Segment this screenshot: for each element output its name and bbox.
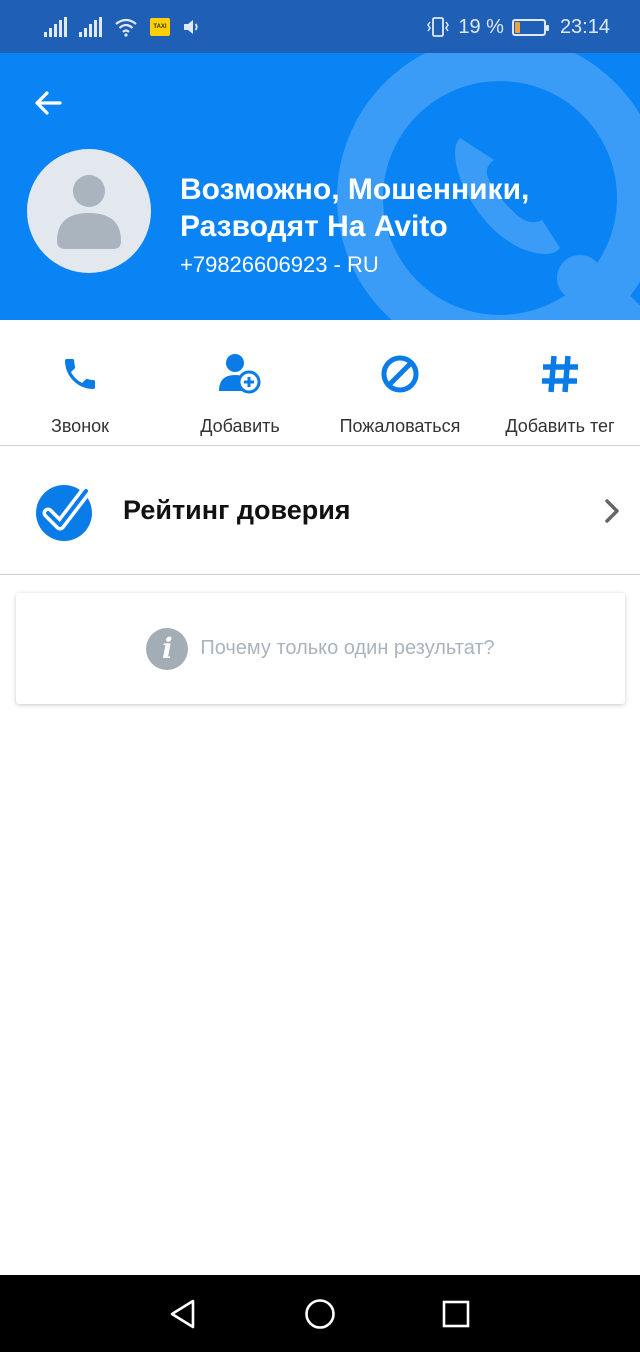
add-contact-label: Добавить — [200, 416, 280, 436]
back-button[interactable] — [26, 81, 70, 125]
avatar — [27, 149, 151, 273]
wifi-icon — [115, 18, 137, 37]
block-icon — [376, 350, 424, 398]
single-result-info-text: Почему только один результат? — [200, 637, 495, 659]
report-label: Пожаловаться — [339, 416, 461, 436]
status-bar: TAXI 19 % 23:14 — [0, 0, 640, 53]
single-result-info-card[interactable]: i Почему только один результат? — [16, 593, 625, 704]
status-right: 19 % 23:14 — [426, 14, 610, 40]
battery-percent: 19 % — [458, 15, 504, 38]
call-label: Звонок — [50, 416, 110, 436]
phone-icon — [56, 350, 104, 398]
clock: 23:14 — [559, 15, 610, 38]
battery-fill — [514, 21, 520, 33]
add-contact-button[interactable]: Добавить — [160, 320, 320, 445]
signal-icon — [44, 17, 67, 37]
volume-icon — [184, 20, 198, 34]
vibrate-icon — [427, 17, 450, 37]
home-circle-icon[interactable] — [303, 1297, 337, 1331]
trust-check-icon — [36, 485, 92, 541]
battery-icon — [511, 18, 549, 36]
trust-rating-row[interactable]: Рейтинг доверия — [0, 447, 640, 575]
trust-rating-label: Рейтинг доверия — [123, 495, 351, 525]
sim-badge-icon: TAXI — [150, 18, 170, 36]
signal-icon — [79, 17, 102, 37]
report-button[interactable]: Пожаловаться — [320, 320, 480, 445]
hashtag-icon — [536, 350, 584, 398]
add-tag-label: Добавить тег — [505, 416, 615, 436]
status-left: TAXI — [44, 14, 202, 40]
back-triangle-icon[interactable] — [166, 1297, 200, 1331]
info-icon: i — [146, 627, 189, 670]
add-contact-icon — [216, 350, 264, 398]
call-button[interactable]: Звонок — [0, 320, 160, 445]
contact-number: +79826606923 - RU — [180, 252, 379, 277]
add-tag-button[interactable]: Добавить тег — [480, 320, 640, 445]
chevron-right-icon — [605, 499, 619, 523]
contact-name: Возможно, Мошенники, Разводят На Avito — [180, 173, 530, 243]
person-placeholder-icon — [57, 175, 121, 249]
contact-header: Возможно, Мошенники, Разводят На Avito +… — [0, 53, 640, 320]
arrow-back-icon — [35, 91, 62, 115]
action-bar: Звонок Добавить Пожаловаться Добавить те… — [0, 320, 640, 446]
system-nav-bar — [0, 1275, 640, 1352]
recents-square-icon[interactable] — [439, 1297, 473, 1331]
